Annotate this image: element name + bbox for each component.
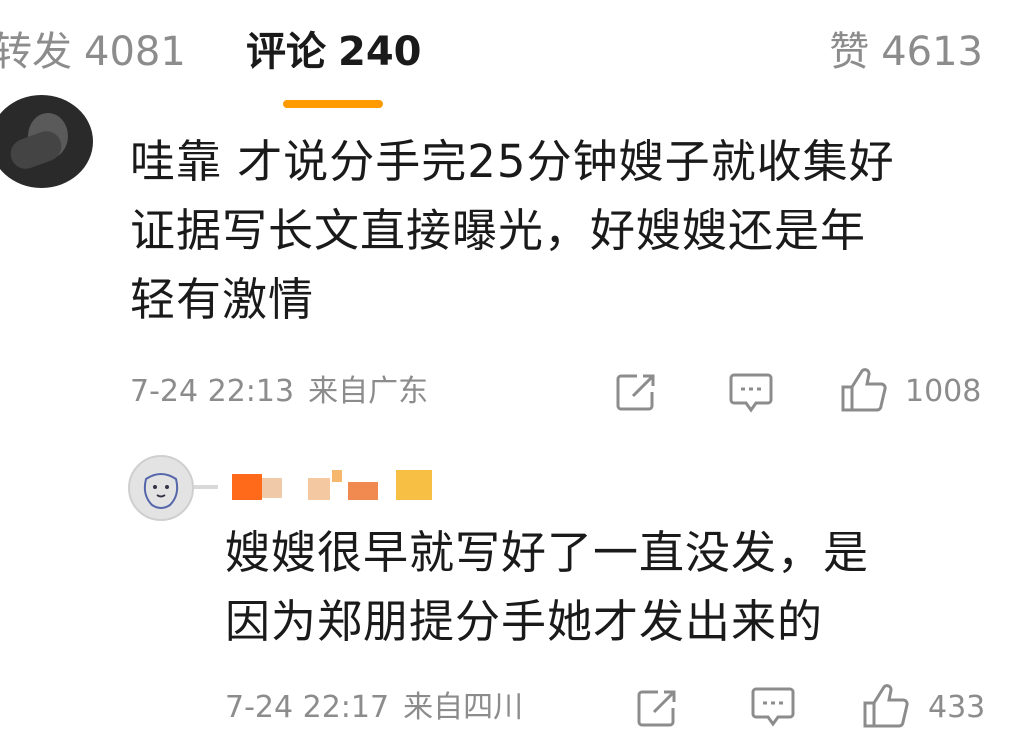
reply-connector (194, 485, 218, 489)
tab-comments-label: 评论 (246, 29, 326, 75)
active-tab-indicator (283, 100, 383, 108)
comment-line: 因为郑朋提分手她才发出来的 (225, 595, 824, 648)
tab-repost-label: 转发 (0, 29, 72, 75)
comment-line: 证据写长文直接曝光，好嫂嫂还是年 (130, 204, 867, 257)
comment-text: 嫂嫂很早就写好了一直没发，是 因为郑朋提分手她才发出来的 (225, 518, 1005, 656)
comment-text: 哇靠 才说分手完25分钟嫂子就收集好 证据写长文直接曝光，好嫂嫂还是年 轻有激情 (130, 127, 990, 334)
comment-icon[interactable] (750, 686, 796, 728)
share-icon[interactable] (615, 372, 659, 412)
tab-likes-label: 赞 (829, 29, 870, 75)
thumbs-up-icon[interactable] (862, 683, 910, 729)
tab-comments[interactable]: 评论 240 (246, 26, 422, 78)
comment-meta: 7-24 22:17 来自四川 (225, 688, 523, 728)
like-count: 1008 (905, 374, 982, 409)
comment-meta: 7-24 22:13 来自广东 (130, 372, 428, 412)
avatar[interactable] (0, 95, 93, 188)
tab-likes[interactable]: 赞 4613 (829, 26, 983, 78)
like-count: 433 (928, 690, 986, 725)
tab-comments-count: 240 (338, 29, 422, 75)
comment-time: 7-24 22:17 (225, 690, 390, 725)
tab-likes-count: 4613 (881, 29, 983, 75)
tab-repost[interactable]: 转发 4081 (0, 26, 186, 78)
comment-line: 轻有激情 (130, 273, 315, 326)
comment-line: 哇靠 才说分手完25分钟嫂子就收集好 (130, 135, 895, 188)
username-blurred[interactable] (232, 468, 452, 504)
doodle-icon (143, 473, 179, 509)
comment-icon[interactable] (728, 372, 774, 414)
comment-location: 来自四川 (403, 690, 524, 725)
avatar[interactable] (128, 455, 194, 521)
tab-repost-count: 4081 (84, 29, 186, 75)
comment-line: 嫂嫂很早就写好了一直没发，是 (225, 526, 870, 579)
comment-location: 来自广东 (308, 374, 429, 409)
thumbs-up-icon[interactable] (840, 367, 888, 413)
share-icon[interactable] (636, 688, 680, 728)
comment-time: 7-24 22:13 (130, 374, 295, 409)
